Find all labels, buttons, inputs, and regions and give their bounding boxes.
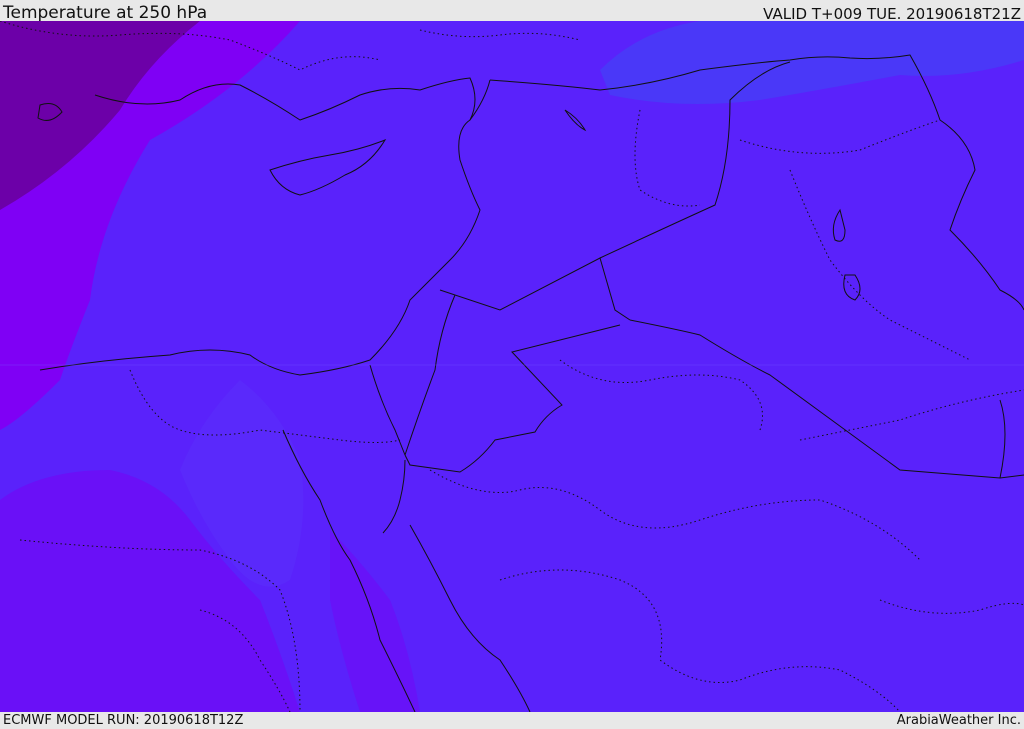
weather-map[interactable] xyxy=(0,21,1024,712)
model-run: ECMWF MODEL RUN: 20190618T12Z xyxy=(3,713,244,728)
map-title: Temperature at 250 hPa xyxy=(3,3,208,23)
credit-text: ArabiaWeather Inc. xyxy=(896,713,1021,728)
footer-bar: ECMWF MODEL RUN: 20190618T12Z ArabiaWeat… xyxy=(0,712,1024,729)
map-canvas xyxy=(0,21,1024,712)
header-bar: Temperature at 250 hPa VALID T+009 TUE. … xyxy=(0,0,1024,23)
